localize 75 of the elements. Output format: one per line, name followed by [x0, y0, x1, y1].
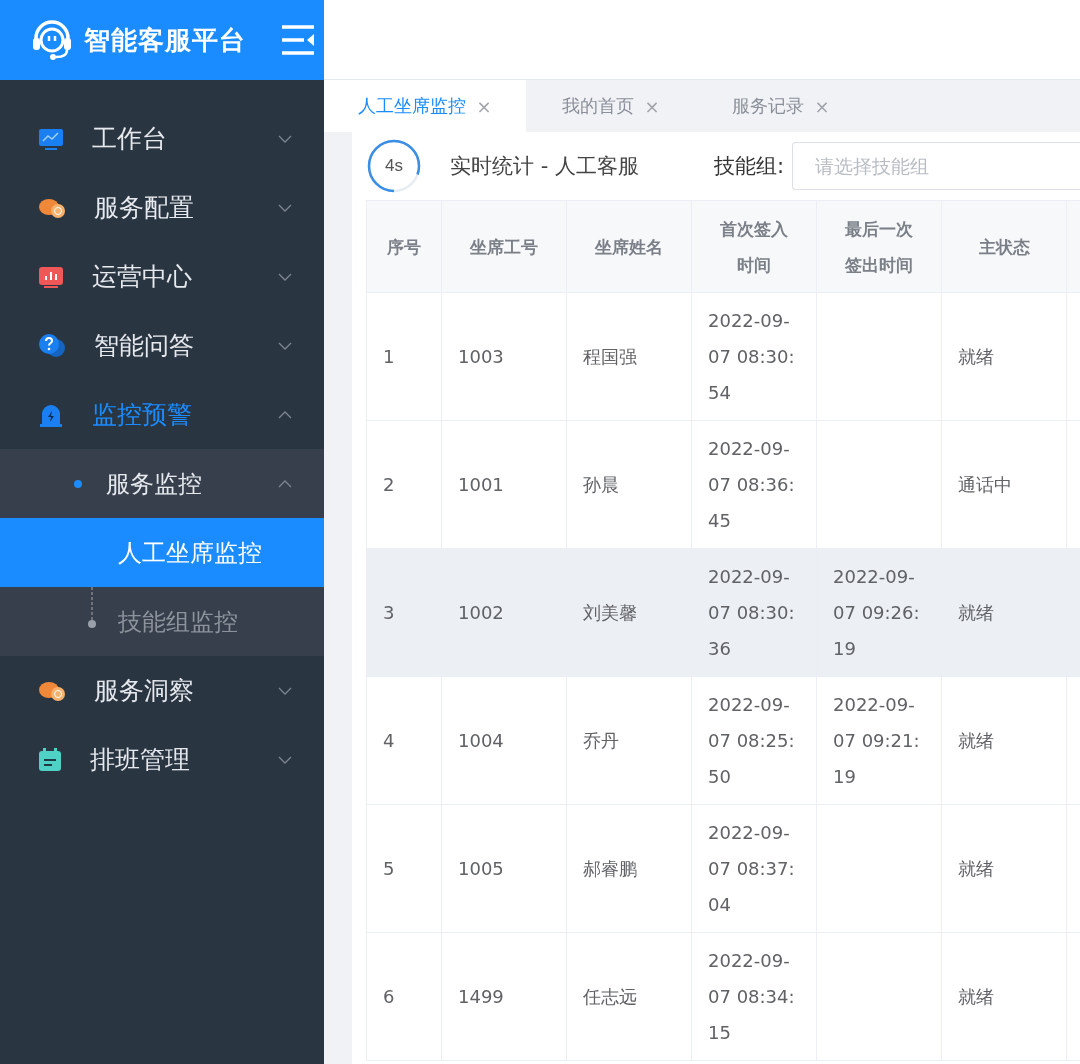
panel-title: 实时统计 - 人工客服 [450, 153, 640, 180]
table-cell: 程国强 [567, 293, 692, 421]
skill-group-select[interactable]: 请选择技能组 [792, 142, 1080, 190]
column-header: 首次签入时间 [692, 201, 817, 293]
menu-item[interactable]: 排班管理 [0, 725, 324, 794]
table-cell: 1001 [442, 421, 567, 549]
table-cell: 郝睿鹏 [567, 805, 692, 933]
table-cell: 2022-09-07 08:34:15 [692, 933, 817, 1061]
table-cell: 1004 [442, 677, 567, 805]
table-cell: 2022-09-07 08:25:50 [692, 677, 817, 805]
table-cell: 2022-09-07 08:30:36 [692, 549, 817, 677]
table-cell: 6 [367, 933, 442, 1061]
chevron-icon[interactable] [278, 479, 292, 488]
table-cell: 2022-09-07 09:21:19 [817, 677, 942, 805]
chevron-icon[interactable] [278, 755, 292, 764]
table-cell: 通话中 [942, 421, 1067, 549]
menu-item[interactable]: 服务洞察 [0, 656, 324, 725]
table-cell: 就绪 [942, 677, 1067, 805]
table-cell: 1005 [442, 805, 567, 933]
table-cell: 3 [367, 549, 442, 677]
column-header: 最后一次签出时间 [817, 201, 942, 293]
table-cell: 2 [367, 421, 442, 549]
close-icon[interactable]: × [476, 95, 492, 117]
table-cell: 就绪 [942, 805, 1067, 933]
tab[interactable]: 我的首页 × [526, 80, 696, 132]
chevron-icon[interactable] [278, 134, 292, 143]
table-cell: 1002 [442, 549, 567, 677]
chevron-icon[interactable] [278, 410, 292, 419]
table-cell: 5 [367, 805, 442, 933]
table-cell: 2022-09-07 08:30:54 [692, 293, 817, 421]
filter-label: 技能组: [713, 153, 784, 180]
table-cell: 就绪 [942, 293, 1067, 421]
table-cell: 2022-09-07 09:26:19 [817, 549, 942, 677]
tree-connector-icon [88, 587, 96, 629]
submenu-item[interactable]: 服务监控 [0, 449, 324, 518]
close-icon[interactable]: × [644, 95, 660, 117]
table-cell: 就绪 [942, 933, 1067, 1061]
menu-item[interactable]: 服务配置 [0, 173, 324, 242]
table-cell: 1499 [442, 933, 567, 1061]
menu-item[interactable]: 运营中心 [0, 242, 324, 311]
close-icon[interactable]: × [814, 95, 830, 117]
table-cell: 1003 [442, 293, 567, 421]
table-cell: 就绪 [942, 549, 1067, 677]
column-header: 主状态 [942, 201, 1067, 293]
table-cell: 孙晨 [567, 421, 692, 549]
chevron-icon[interactable] [278, 686, 292, 695]
table-cell: 2022-09-07 08:36:45 [692, 421, 817, 549]
column-header: 坐席工号 [442, 201, 567, 293]
bar-chart-icon [38, 264, 64, 289]
menu-collapse-icon[interactable] [280, 24, 316, 56]
table-cell: 刘美馨 [567, 549, 692, 677]
menu-item[interactable]: 智能问答 [0, 311, 324, 380]
table-cell: 乔丹 [567, 677, 692, 805]
table-cell: 任志远 [567, 933, 692, 1061]
tab[interactable]: 服务记录 × [696, 80, 866, 132]
chevron-icon[interactable] [278, 203, 292, 212]
table-cell: 4 [367, 677, 442, 805]
tab[interactable]: 人工坐席监控 × [324, 80, 526, 132]
chevron-icon[interactable] [278, 272, 292, 281]
headset-icon [30, 20, 74, 60]
table-cell: 2022-09-07 08:37:04 [692, 805, 817, 933]
submenu-leaf[interactable]: 技能组监控 [0, 587, 324, 656]
calendar-icon [38, 747, 62, 772]
chevron-icon[interactable] [278, 341, 292, 350]
menu-item[interactable]: 监控预警 [0, 380, 324, 449]
monitor-chart-icon [38, 126, 64, 151]
table-cell: 1 [367, 293, 442, 421]
menu-item[interactable]: 工作台 [0, 104, 324, 173]
submenu-leaf[interactable]: 人工坐席监控 [0, 518, 324, 587]
brand-title: 智能客服平台 [84, 23, 246, 57]
column-header: 坐席姓名 [567, 201, 692, 293]
column-header: 序号 [367, 201, 442, 293]
dot-icon [74, 479, 82, 488]
question-bubble-icon [38, 332, 66, 359]
countdown-timer: 4s [366, 138, 422, 194]
